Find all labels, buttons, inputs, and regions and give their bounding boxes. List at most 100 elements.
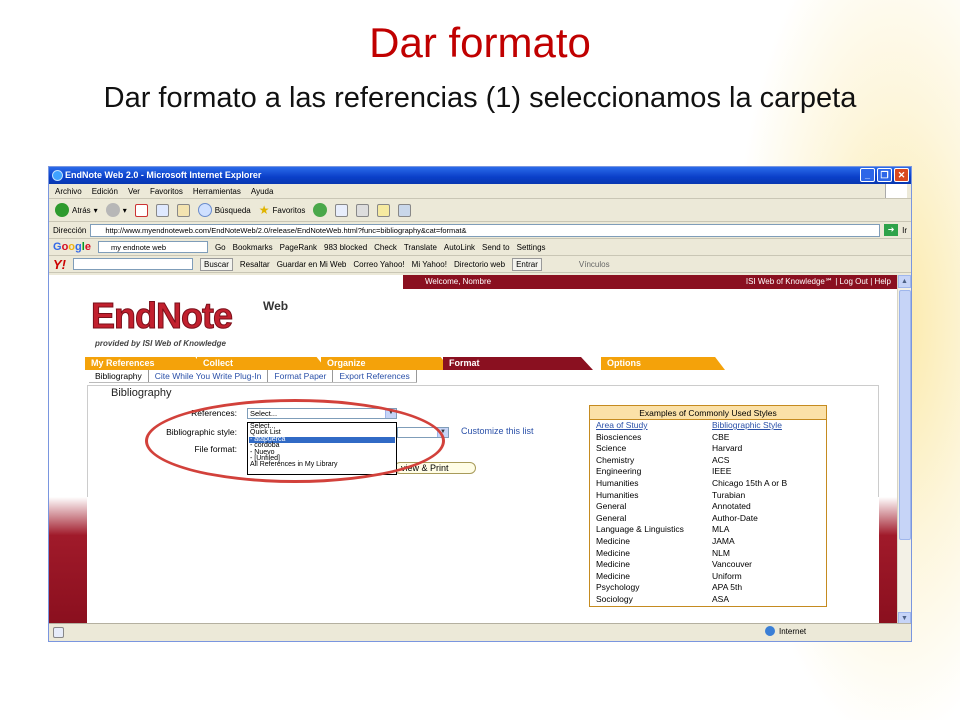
style-name: MLA	[712, 524, 730, 535]
bookmarks-button[interactable]: Bookmarks	[233, 243, 273, 252]
address-input[interactable]	[90, 223, 881, 237]
page-viewport: Welcome, Nombre ISI Web of Knowledge℠ | …	[49, 275, 899, 625]
autolink-button[interactable]: AutoLink	[444, 243, 475, 252]
style-name: Uniform	[712, 570, 742, 581]
style-row: Sociology ASA	[590, 594, 826, 606]
maximize-button[interactable]: ❐	[877, 168, 892, 182]
back-button[interactable]: Atrás ▾	[55, 203, 98, 217]
globe-icon	[765, 626, 775, 636]
style-row: Humanities Turabian	[590, 490, 826, 502]
style-area: Sociology	[596, 593, 633, 604]
style-area: General	[596, 501, 627, 512]
mi-yahoo-button[interactable]: Mi Yahoo!	[412, 260, 447, 269]
refresh-icon[interactable]	[155, 203, 169, 217]
popup-blocked-counter[interactable]: 983 blocked	[324, 243, 367, 252]
style-area: Medicine	[596, 547, 631, 558]
slide-title: Dar formato	[369, 19, 591, 66]
style-area: General	[596, 512, 627, 523]
style-name: APA 5th	[712, 582, 743, 593]
address-label: Dirección	[53, 225, 87, 235]
entrar-button[interactable]: Entrar	[512, 257, 542, 271]
forward-button[interactable]: ▾	[105, 203, 127, 217]
style-row: Science Harvard	[590, 443, 826, 455]
vertical-scrollbar[interactable]: ▲ ▼	[897, 275, 911, 625]
window-title: EndNote Web 2.0 - Microsoft Internet Exp…	[65, 170, 262, 180]
subtab-format-paper[interactable]: Format Paper	[268, 370, 334, 382]
windows-logo-icon	[885, 184, 907, 198]
google-search-input[interactable]: my endnote web	[97, 241, 208, 253]
style-name: CBE	[712, 431, 730, 442]
internet-zone: Internet	[765, 626, 806, 636]
send-to-button[interactable]: Send to	[482, 243, 510, 252]
yahoo-search-input[interactable]	[73, 258, 193, 270]
messenger-icon[interactable]	[398, 203, 412, 217]
scroll-thumb[interactable]	[899, 290, 911, 540]
forward-arrow-icon	[105, 203, 120, 217]
go-label[interactable]: Ir	[902, 226, 907, 235]
tab-organize[interactable]: Organize	[321, 357, 451, 370]
menu-item[interactable]: Edición	[92, 184, 118, 198]
stop-icon[interactable]	[134, 203, 148, 217]
home-icon[interactable]	[176, 203, 190, 217]
settings-button[interactable]: Settings	[517, 243, 546, 252]
subtab-export[interactable]: Export References	[333, 370, 417, 382]
style-name: ACS	[712, 454, 730, 465]
guardar-button[interactable]: Guardar en Mi Web	[277, 260, 347, 269]
vinculos-label[interactable]: Vínculos	[579, 260, 610, 269]
style-row: Medicine NLM	[590, 548, 826, 560]
folder-icon[interactable]	[377, 203, 391, 217]
style-name: Harvard	[712, 443, 743, 454]
subtab-bibliography[interactable]: Bibliography	[89, 370, 149, 382]
top-links[interactable]: ISI Web of Knowledge℠ | Log Out | Help	[746, 275, 891, 289]
style-row: Medicine Vancouver	[590, 559, 826, 571]
print-icon[interactable]	[356, 203, 370, 217]
style-area: Medicine	[596, 570, 631, 581]
go-arrow-icon[interactable]: ➜	[884, 224, 899, 236]
style-name: Annotated	[712, 501, 751, 512]
search-button[interactable]: Búsqueda	[197, 203, 251, 217]
google-go-button[interactable]: Go	[215, 243, 226, 252]
tab-options[interactable]: Options	[601, 357, 725, 370]
style-area: Humanities	[596, 477, 639, 488]
menu-item[interactable]: Favoritos	[150, 184, 183, 198]
style-row: Engineering IEEE	[590, 466, 826, 478]
style-area: Humanities	[596, 489, 639, 500]
buscar-button[interactable]: Buscar	[200, 257, 233, 271]
spell-check-button[interactable]: Check	[374, 243, 397, 252]
style-name: ASA	[712, 593, 730, 604]
customize-link[interactable]: Customize this list	[461, 426, 534, 436]
subtab-cwyw[interactable]: Cite While You Write Plug-In	[149, 370, 269, 382]
mail-icon[interactable]	[335, 203, 349, 217]
slide-subtitle: Dar formato a las referencias (1) selecc…	[103, 82, 857, 114]
style-area: Medicine	[596, 535, 631, 546]
panel-title: Bibliography	[111, 387, 172, 399]
google-logo: Google	[53, 241, 91, 253]
scroll-up-arrow-icon[interactable]: ▲	[898, 275, 911, 288]
google-toolbar: Google my endnote web Go Bookmarks PageR…	[49, 239, 911, 256]
ie-icon	[52, 170, 63, 181]
style-area: Medicine	[596, 559, 631, 570]
main-tabs: My References Collect Organize Format Op…	[85, 357, 725, 370]
tab-my-references[interactable]: My References	[85, 357, 205, 370]
menu-item[interactable]: Ayuda	[251, 184, 274, 198]
tab-collect[interactable]: Collect	[197, 357, 327, 370]
close-button[interactable]: ✕	[894, 168, 909, 182]
favorites-button[interactable]: ★ Favoritos	[259, 203, 306, 217]
tab-format[interactable]: Format	[443, 357, 593, 370]
style-row: Biosciences CBE	[590, 432, 826, 444]
style-row: Medicine JAMA	[590, 536, 826, 548]
back-arrow-icon	[55, 203, 69, 217]
menu-item[interactable]: Archivo	[55, 184, 82, 198]
correo-button[interactable]: Correo Yahoo!	[353, 260, 404, 269]
search-icon	[197, 203, 212, 217]
style-area: Science	[596, 443, 627, 454]
resaltar-button[interactable]: Resaltar	[240, 260, 270, 269]
welcome-text: Welcome, Nombre	[425, 277, 492, 286]
history-icon[interactable]	[313, 203, 328, 217]
minimize-button[interactable]: _	[860, 168, 875, 182]
translate-button[interactable]: Translate	[404, 243, 437, 252]
menu-item[interactable]: Ver	[128, 184, 140, 198]
menu-item[interactable]: Herramientas	[193, 184, 241, 198]
directorio-button[interactable]: Directorio web	[454, 260, 505, 269]
style-area: Engineering	[596, 466, 642, 477]
